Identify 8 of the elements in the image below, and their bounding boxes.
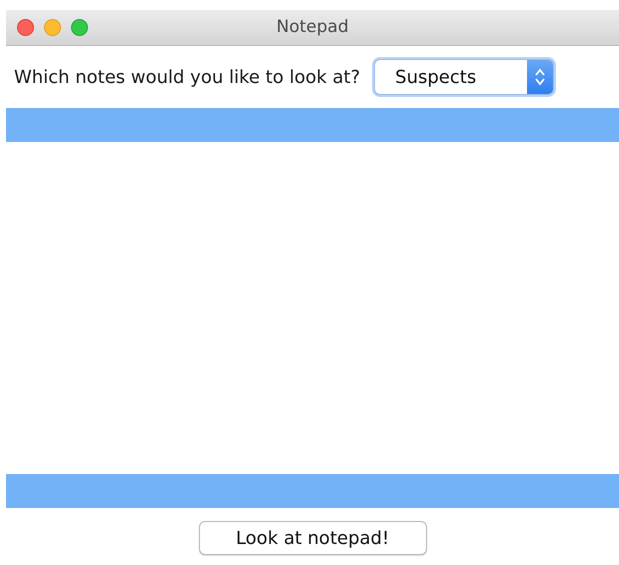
close-icon[interactable] (17, 19, 34, 36)
prompt-label: Which notes would you like to look at? (14, 66, 360, 90)
notes-dropdown[interactable]: Suspects (374, 59, 554, 95)
window-title: Notepad (276, 16, 349, 37)
minimize-icon[interactable] (44, 19, 61, 36)
maximize-icon[interactable] (71, 19, 88, 36)
look-button[interactable]: Look at notepad! (198, 521, 426, 555)
updown-arrows-icon (535, 68, 546, 86)
